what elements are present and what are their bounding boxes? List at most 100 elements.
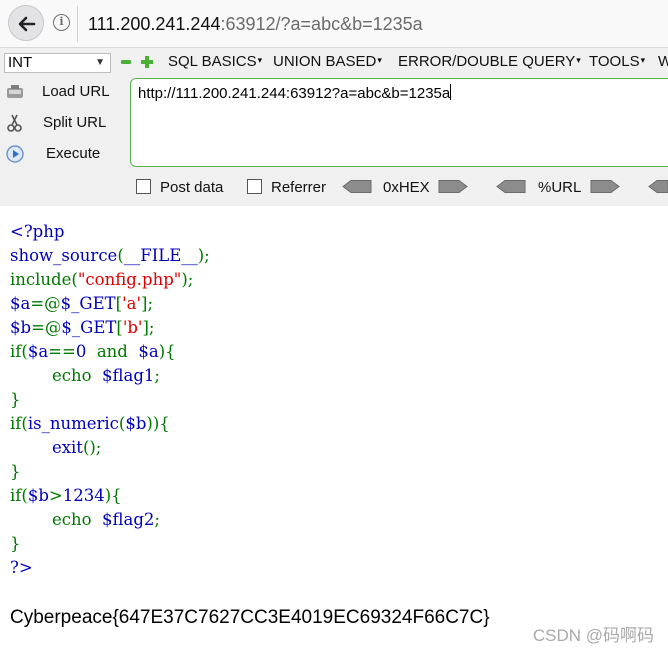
code-line: echo $flag2;	[10, 508, 210, 532]
url-decode-arrow-icon[interactable]	[496, 180, 526, 193]
code-line: if($a==0 and $a){	[10, 340, 210, 364]
code-token: 'a'	[122, 294, 142, 313]
url-encode-arrow-icon[interactable]	[590, 180, 620, 193]
decrease-icon[interactable]	[121, 60, 131, 64]
code-line: }	[10, 388, 210, 412]
split-url-label: Split URL	[43, 114, 107, 131]
menu-union-based[interactable]: UNION BASED▾	[273, 53, 382, 70]
code-token: if(	[10, 486, 28, 505]
text-caret	[450, 84, 452, 100]
dropdown-icon: ▾	[576, 55, 581, 65]
code-token: $a	[10, 294, 31, 313]
referrer-checkbox[interactable]	[247, 179, 262, 194]
code-token: $_GET	[61, 318, 117, 337]
execute-button[interactable]: Execute	[5, 142, 125, 166]
code-token: ];	[141, 294, 154, 313]
code-token: }	[10, 462, 21, 481]
menu-label: UNION BASED	[273, 53, 377, 70]
dropdown-icon: ▾	[640, 55, 646, 65]
post-data-checkbox[interactable]	[136, 179, 151, 194]
back-arrow-icon	[18, 16, 36, 32]
scissors-icon	[7, 114, 22, 132]
execute-label: Execute	[46, 145, 101, 162]
code-token: $flag1	[102, 366, 155, 385]
code-line: echo $flag1;	[10, 364, 210, 388]
code-token: 0	[75, 342, 97, 361]
code-line: }	[10, 460, 210, 484]
back-button[interactable]	[8, 5, 44, 41]
hex-decode-arrow-icon[interactable]	[342, 180, 372, 193]
load-url-button[interactable]: Load URL	[5, 80, 125, 104]
type-select[interactable]: INT ▼	[4, 53, 111, 73]
code-token: exit	[10, 438, 83, 457]
code-token: );	[197, 246, 210, 265]
load-url-label: Load URL	[42, 83, 110, 100]
menu-sql-basics[interactable]: SQL BASICS▾	[168, 53, 262, 70]
code-token: $a	[27, 342, 49, 361]
menu-tools[interactable]: TOOLS▾	[589, 53, 645, 70]
code-token: if(	[10, 342, 28, 361]
code-token: and	[96, 342, 139, 361]
truncated-arrow-icon[interactable]	[648, 180, 668, 193]
url-bar[interactable]: 111.200.241.244:63912/?a=abc&b=1235a	[77, 6, 668, 42]
url-host: 111.200.241.244	[88, 14, 221, 34]
flag-output: Cyberpeace{647E37C7627CC3E4019EC69324F66…	[10, 607, 490, 628]
hex-encode-arrow-icon[interactable]	[438, 180, 468, 193]
code-token: __FILE__	[123, 246, 198, 265]
hackbar-url-value: http://111.200.241.244:63912?a=abc&b=123…	[138, 85, 451, 102]
code-token: ==	[48, 342, 76, 361]
code-token: ){	[104, 486, 122, 505]
code-token: =@	[31, 318, 62, 337]
code-token: ?>	[10, 558, 33, 577]
code-token: ];	[142, 318, 155, 337]
code-token: }	[10, 534, 21, 553]
code-line: $b=@$_GET['b'];	[10, 316, 210, 340]
url-path: :63912/?a=abc&b=1235a	[220, 14, 423, 34]
code-line: if($b>1234){	[10, 484, 210, 508]
increase-icon[interactable]	[141, 56, 153, 68]
code-token: ){	[158, 342, 176, 361]
dropdown-icon: ▾	[377, 55, 382, 65]
code-token: $_GET	[60, 294, 116, 313]
code-line: ?>	[10, 556, 210, 580]
load-url-icon	[7, 85, 23, 98]
code-token: show_source	[10, 246, 118, 265]
code-token: );	[181, 270, 194, 289]
site-info-icon[interactable]: i	[53, 14, 70, 31]
code-token: $b	[27, 486, 49, 505]
code-token: ;	[154, 366, 160, 385]
play-icon	[6, 145, 24, 163]
hex-label: 0xHEX	[383, 179, 430, 196]
code-token: 'b'	[122, 318, 143, 337]
code-line: show_source(__FILE__);	[10, 244, 210, 268]
address-bar: i 111.200.241.244:63912/?a=abc&b=1235a	[0, 0, 668, 47]
code-token: echo	[10, 510, 103, 529]
code-token: echo	[10, 366, 103, 385]
code-token: is_numeric	[27, 414, 119, 433]
code-line: }	[10, 532, 210, 556]
menu-label: SQL BASICS	[168, 53, 257, 70]
dropdown-icon: ▾	[257, 55, 263, 65]
code-token: }	[10, 390, 21, 409]
watermark: CSDN @码啊码	[532, 626, 654, 645]
menu-error-double-query[interactable]: ERROR/DOUBLE QUERY▾	[398, 53, 581, 70]
hackbar-url-textarea[interactable]: http://111.200.241.244:63912?a=abc&b=123…	[130, 78, 668, 167]
url-encode-label: %URL	[538, 179, 582, 196]
code-token: 1234	[62, 486, 105, 505]
code-token: )){	[146, 414, 170, 433]
split-url-button[interactable]: Split URL	[5, 111, 125, 135]
menu-label: W	[658, 53, 668, 70]
code-token: ;	[154, 510, 160, 529]
menu-label: ERROR/DOUBLE QUERY	[398, 53, 576, 70]
code-token: "config.php"	[77, 270, 182, 289]
url-text[interactable]: 111.200.241.244:63912/?a=abc&b=1235a	[88, 14, 423, 35]
post-data-label: Post data	[160, 179, 224, 196]
menu-truncated[interactable]: W	[658, 53, 668, 70]
code-token: >	[48, 486, 63, 505]
type-select-value: INT	[8, 54, 33, 71]
code-line: if(is_numeric($b)){	[10, 412, 210, 436]
code-token: $flag2	[102, 510, 155, 529]
code-line: include("config.php");	[10, 268, 210, 292]
code-line: $a=@$_GET['a'];	[10, 292, 210, 316]
referrer-label: Referrer	[271, 179, 327, 196]
